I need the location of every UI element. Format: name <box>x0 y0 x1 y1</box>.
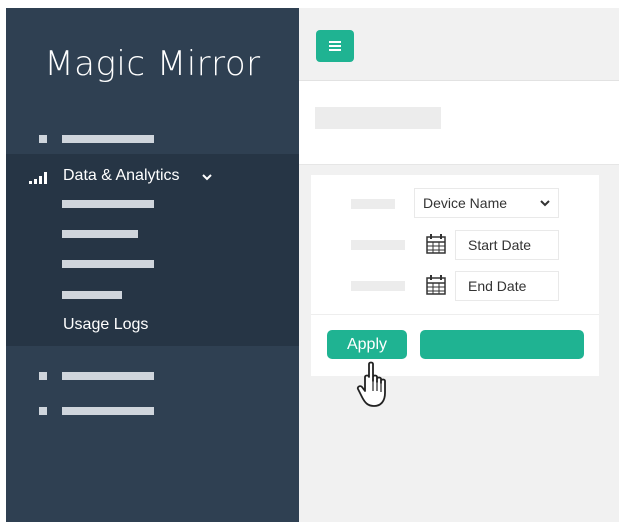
device-name-select[interactable]: Device Name <box>414 188 559 218</box>
sidebar: Magic Mirror Data & Analytics Usage Logs <box>6 8 299 522</box>
sidebar-item-2[interactable] <box>6 363 299 387</box>
top-bar <box>299 8 619 81</box>
sidebar-subitem-2[interactable] <box>62 230 138 238</box>
sidebar-item-placeholder <box>62 407 154 415</box>
device-name-select-value: Device Name <box>423 195 508 211</box>
calendar-icon[interactable] <box>414 230 452 260</box>
calendar-icon[interactable] <box>414 271 452 301</box>
start-date-input[interactable]: Start Date <box>455 230 559 260</box>
signal-bars-icon <box>29 172 49 184</box>
app-logo: Magic Mirror <box>44 44 261 84</box>
sidebar-item-1[interactable] <box>6 126 299 150</box>
menu-toggle-button[interactable] <box>316 30 354 62</box>
page-title-placeholder <box>315 107 441 129</box>
sidebar-item-3[interactable] <box>6 398 299 422</box>
page-header-panel <box>299 81 619 165</box>
field-label-placeholder <box>351 240 405 250</box>
sidebar-section-title[interactable]: Data & Analytics <box>63 167 180 185</box>
divider <box>311 314 599 315</box>
secondary-action-button[interactable] <box>420 330 584 359</box>
sidebar-item-placeholder <box>62 372 154 380</box>
hand-cursor-icon <box>356 361 386 407</box>
apply-button[interactable]: Apply <box>327 330 407 359</box>
filter-card: Device Name Start Date End Date Apply <box>311 175 599 376</box>
field-label-placeholder <box>351 281 405 291</box>
bullet-icon <box>39 372 47 380</box>
sidebar-subitem-4[interactable] <box>62 291 122 299</box>
field-label-placeholder <box>351 199 395 209</box>
sidebar-subitem-1[interactable] <box>62 200 154 208</box>
bullet-icon <box>39 407 47 415</box>
bullet-icon <box>39 135 47 143</box>
sidebar-section-data-analytics: Data & Analytics Usage Logs <box>6 154 299 346</box>
sidebar-item-placeholder <box>62 135 154 143</box>
hamburger-icon <box>329 41 341 43</box>
end-date-input[interactable]: End Date <box>455 271 559 301</box>
sidebar-subitem-usage-logs[interactable]: Usage Logs <box>63 316 148 334</box>
sidebar-subitem-3[interactable] <box>62 260 154 268</box>
chevron-down-icon <box>540 200 550 207</box>
chevron-down-icon[interactable] <box>201 171 213 183</box>
